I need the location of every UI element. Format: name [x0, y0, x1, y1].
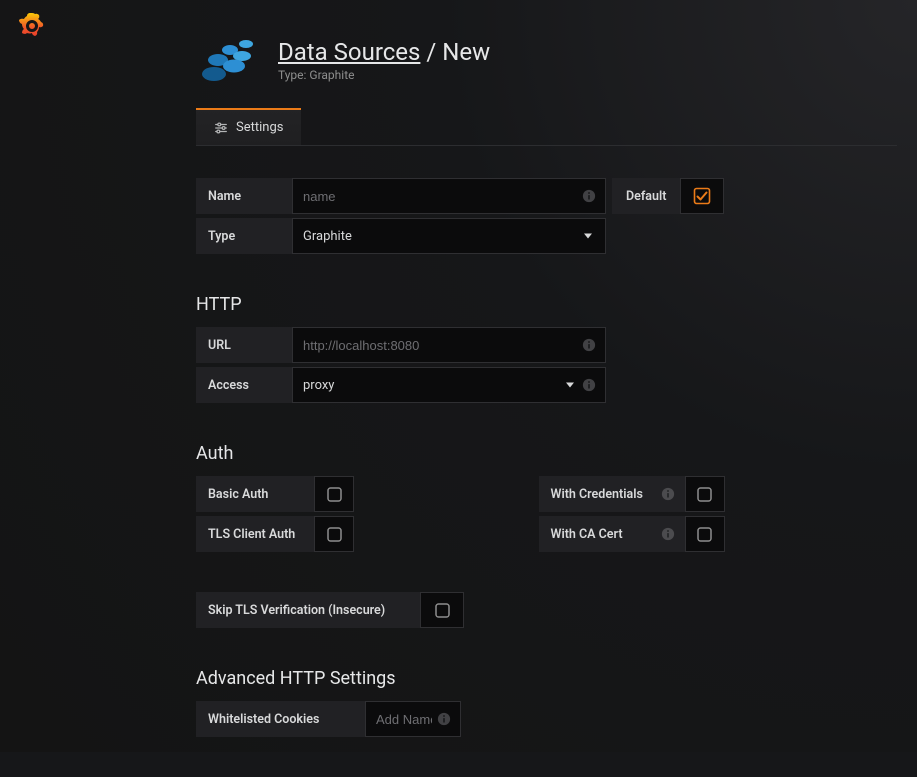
name-input[interactable]	[292, 178, 606, 214]
url-input[interactable]	[292, 327, 606, 363]
info-icon[interactable]	[437, 712, 451, 726]
access-select[interactable]: proxy	[292, 367, 606, 403]
default-label: Default	[612, 178, 680, 214]
default-toggle[interactable]	[680, 178, 724, 214]
info-icon[interactable]	[582, 338, 596, 352]
basic-auth-label: Basic Auth	[196, 476, 314, 512]
basic-auth-checkbox[interactable]	[314, 476, 354, 512]
type-label: Type	[196, 218, 292, 254]
checkbox-empty-icon	[697, 527, 712, 542]
tabs: Settings	[196, 108, 897, 146]
breadcrumb-link[interactable]: Data Sources	[278, 38, 420, 66]
tab-label: Settings	[236, 120, 283, 135]
with-credentials-label: With Credentials	[539, 476, 685, 512]
info-icon[interactable]	[661, 527, 675, 541]
with-ca-cert-checkbox[interactable]	[685, 516, 725, 552]
advanced-heading: Advanced HTTP Settings	[196, 668, 897, 689]
skip-tls-label: Skip TLS Verification (Insecure)	[196, 592, 420, 628]
page-header: Data Sources / New Type: Graphite	[196, 30, 897, 90]
breadcrumb-sep: /	[420, 38, 442, 66]
name-label: Name	[196, 178, 292, 214]
sliders-icon	[214, 121, 228, 135]
auth-heading: Auth	[196, 443, 897, 464]
checkbox-empty-icon	[327, 527, 342, 542]
type-value: Graphite	[303, 229, 352, 244]
caret-down-icon	[584, 234, 592, 239]
grafana-icon	[16, 10, 48, 42]
tls-client-auth-label: TLS Client Auth	[196, 516, 314, 552]
access-label: Access	[196, 367, 292, 403]
page-subtitle: Type: Graphite	[278, 68, 490, 82]
url-label: URL	[196, 327, 292, 363]
type-select[interactable]: Graphite	[292, 218, 606, 254]
breadcrumb-current: New	[442, 38, 490, 66]
tab-settings[interactable]: Settings	[196, 108, 301, 145]
page-title: Data Sources / New	[278, 38, 490, 66]
checkbox-empty-icon	[697, 487, 712, 502]
whitelisted-cookies-label: Whitelisted Cookies	[196, 701, 365, 737]
checkbox-empty-icon	[327, 487, 342, 502]
info-icon[interactable]	[582, 378, 596, 392]
checkbox-empty-icon	[435, 603, 450, 618]
grafana-logo[interactable]	[16, 10, 48, 42]
with-credentials-checkbox[interactable]	[685, 476, 725, 512]
section-basic: Name Default Type	[196, 178, 897, 254]
graphite-icon	[196, 30, 260, 90]
caret-down-icon	[566, 383, 574, 388]
check-icon	[693, 187, 711, 205]
section-auth: Auth Basic Auth With Credentials	[196, 443, 897, 628]
section-advanced: Advanced HTTP Settings Whitelisted Cooki…	[196, 668, 897, 737]
access-value: proxy	[303, 378, 334, 393]
info-icon[interactable]	[661, 487, 675, 501]
skip-tls-checkbox[interactable]	[420, 592, 464, 628]
tls-client-auth-checkbox[interactable]	[314, 516, 354, 552]
with-ca-cert-label: With CA Cert	[539, 516, 685, 552]
info-icon[interactable]	[582, 189, 596, 203]
section-http: HTTP URL Access proxy	[196, 294, 897, 403]
http-heading: HTTP	[196, 294, 897, 315]
